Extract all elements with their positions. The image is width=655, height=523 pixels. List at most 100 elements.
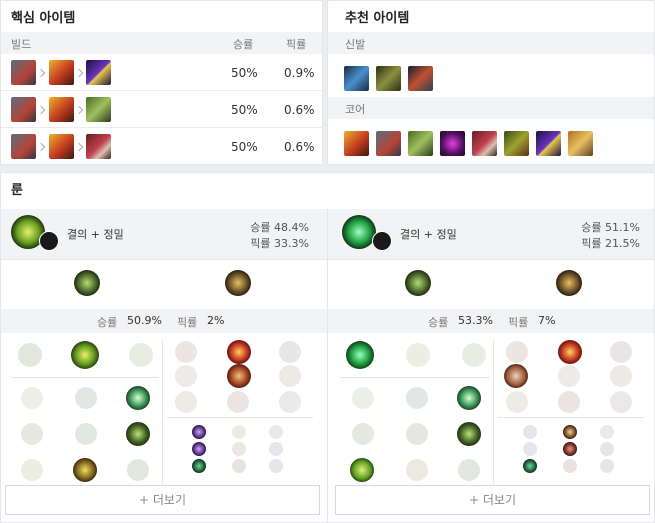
- precision-tree-icon[interactable]: [556, 270, 582, 296]
- resolve-tree-icon[interactable]: [405, 270, 431, 296]
- mask-item-icon[interactable]: [472, 131, 497, 156]
- chevron-right-icon: [36, 105, 46, 115]
- stat-pickrate: 7%: [538, 314, 556, 327]
- armor-item-icon[interactable]: [49, 60, 74, 85]
- rune-icon: [457, 386, 481, 410]
- sword-item-icon[interactable]: [11, 60, 36, 85]
- rune-icon: [75, 387, 97, 409]
- chevron-right-icon: [74, 68, 84, 78]
- armor-item-icon[interactable]: [49, 134, 74, 159]
- rune-winrate: 48.4%: [274, 221, 309, 234]
- armor-shard-icon: [563, 442, 577, 456]
- helm-item-icon[interactable]: [568, 131, 593, 156]
- chevron-right-icon: [74, 105, 84, 115]
- titan-item-icon[interactable]: [86, 97, 111, 122]
- build-winrate: 50%: [231, 103, 258, 117]
- sword-item-icon[interactable]: [11, 134, 36, 159]
- health-shard-icon: [523, 459, 537, 473]
- adaptive-shard-icon: [523, 425, 537, 439]
- rune-icon: [279, 341, 301, 363]
- rune-icon: [175, 341, 197, 363]
- rune-page-pickrate-line: 픽률 33.3%: [250, 235, 309, 251]
- rune-page-winrate-line: 승률 48.4%: [250, 219, 309, 235]
- chevron-right-icon: [36, 142, 46, 152]
- rune-icon: [558, 391, 580, 413]
- build-row[interactable]: 50% 0.9%: [1, 55, 323, 91]
- show-more-button[interactable]: + 더보기: [5, 485, 320, 515]
- stat-winrate: 50.9%: [127, 314, 162, 327]
- build-column-header: 빌드: [11, 38, 32, 51]
- rune-icon: [610, 341, 632, 363]
- mercury-boots-icon[interactable]: [376, 66, 401, 91]
- rune-icon: [21, 387, 43, 409]
- rune-icon: [406, 387, 428, 409]
- rune-icon: [227, 391, 249, 413]
- rune-icon: [406, 343, 430, 367]
- titan-item-icon[interactable]: [408, 131, 433, 156]
- show-more-button[interactable]: + 더보기: [335, 485, 650, 515]
- ability-haste-shard-icon: [269, 425, 283, 439]
- blade-item-icon[interactable]: [86, 60, 111, 85]
- rune-icon: [504, 364, 528, 388]
- ionian-boots-icon[interactable]: [344, 66, 369, 91]
- row-divider: [11, 377, 159, 378]
- rune-icon: [558, 340, 582, 364]
- rune-page[interactable]: 결의 + 정밀 승률 51.1% 픽률 21.5% 승률 53.3% 픽률 7%: [328, 209, 654, 523]
- rune-icon: [506, 391, 528, 413]
- stat-winrate-label: 승률: [97, 316, 118, 329]
- adaptive-shard-icon: [192, 425, 206, 439]
- rune-pickrate: 33.3%: [274, 237, 309, 250]
- rune-icon: [406, 459, 428, 481]
- rune-icon: [558, 365, 580, 387]
- stat-pickrate-label: 픽률: [508, 316, 529, 329]
- rune-page[interactable]: 결의 + 정밀 승률 48.4% 픽률 33.3% 승률 50.9% 픽률 2%: [1, 209, 327, 523]
- rune-stat-bar: 승률 53.3% 픽률 7%: [328, 309, 654, 333]
- rune-icon: [227, 340, 251, 364]
- resolve-tree-icon[interactable]: [74, 270, 100, 296]
- armor-item-icon[interactable]: [49, 97, 74, 122]
- build-pickrate: 0.6%: [284, 140, 315, 154]
- rune-grid-divider: [493, 339, 494, 491]
- plated-boots-icon[interactable]: [408, 66, 433, 91]
- rune-icon: [129, 343, 153, 367]
- rune-icon: [506, 341, 528, 363]
- rune-icon: [458, 459, 480, 481]
- build-row[interactable]: 50% 0.6%: [1, 92, 323, 128]
- winrate-label: 승률: [581, 221, 602, 234]
- rune-icon: [610, 365, 632, 387]
- rune-icon: [21, 459, 43, 481]
- rune-icon: [126, 422, 150, 446]
- rune-icon: [227, 364, 251, 388]
- magic-resist-shard-icon: [269, 442, 283, 456]
- attack-speed-shard-icon: [232, 425, 246, 439]
- rune-icon: [352, 423, 374, 445]
- rune-icon: [457, 422, 481, 446]
- build-pickrate: 0.9%: [284, 66, 315, 80]
- rune-icon: [18, 343, 42, 367]
- sword-item-icon[interactable]: [376, 131, 401, 156]
- blade-item-icon[interactable]: [536, 131, 561, 156]
- armor-item-icon[interactable]: [344, 131, 369, 156]
- rune-icon: [350, 458, 374, 482]
- rune-icon: [126, 386, 150, 410]
- row-divider: [167, 417, 313, 418]
- sword-item-icon[interactable]: [11, 97, 36, 122]
- ability-haste-shard-icon: [600, 425, 614, 439]
- row-divider: [340, 377, 490, 378]
- build-row[interactable]: 50% 0.6%: [1, 129, 323, 165]
- magic-resist-shard-icon: [600, 442, 614, 456]
- rune-pickrate: 21.5%: [605, 237, 640, 250]
- adaptive-shard-icon: [523, 442, 537, 456]
- rune-page-separator: [1, 259, 327, 260]
- winrate-label: 승률: [250, 221, 271, 234]
- precision-tree-icon[interactable]: [225, 270, 251, 296]
- adaptive-shard-icon: [192, 442, 206, 456]
- void-item-icon[interactable]: [440, 131, 465, 156]
- rune-page-pickrate-line: 픽률 21.5%: [581, 235, 640, 251]
- precision-tree-icon: [39, 231, 59, 251]
- rune-icon: [406, 423, 428, 445]
- rune-icon: [610, 391, 632, 413]
- relic-item-icon[interactable]: [504, 131, 529, 156]
- build-winrate: 50%: [231, 66, 258, 80]
- mask-item-icon[interactable]: [86, 134, 111, 159]
